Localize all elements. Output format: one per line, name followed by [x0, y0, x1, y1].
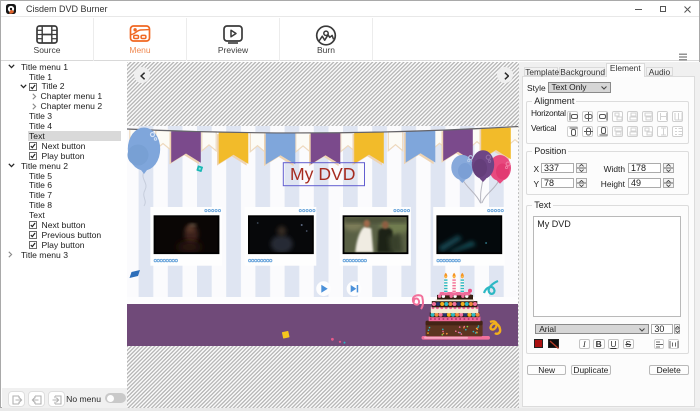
svg-text:My DVD: My DVD	[290, 164, 356, 184]
